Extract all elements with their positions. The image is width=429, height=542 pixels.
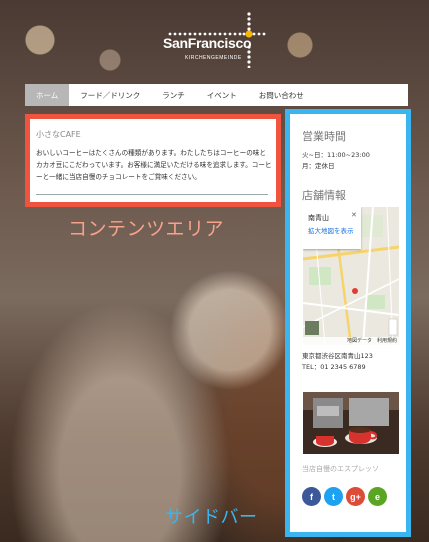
store-tel: TEL：01 2345 6789: [302, 363, 366, 371]
nav-item-contact[interactable]: お問い合わせ: [248, 84, 315, 106]
espresso-photo: [303, 392, 399, 454]
nav-label: ランチ: [162, 90, 185, 100]
nav-label: フード／ドリンク: [80, 90, 141, 100]
logo-subtitle: KIRCHENGEMEINDE: [185, 55, 242, 61]
map-place-name: 南青山: [308, 214, 329, 222]
logo-title: SanFrancisco: [163, 35, 252, 51]
hours-line-2: 月：定休日: [302, 162, 335, 170]
hours-heading: 営業時間: [302, 130, 346, 143]
photo-caption: 当店自慢のエスプレッソ: [302, 465, 379, 473]
nav-item-food-drink[interactable]: フード／ドリンク: [69, 84, 151, 106]
content-text: おいしいコーヒーはたくさんの種類があります。わたしたちはコーヒーの味とカカオ豆に…: [36, 149, 272, 181]
hours-line-1: 火~日：11:00~23:00: [302, 151, 370, 159]
map-info-card: 南青山 ✕ 拡大地図を表示: [303, 207, 361, 249]
content-title: 小さなCAFE: [36, 130, 81, 139]
nav-label: お問い合わせ: [258, 90, 304, 100]
content-area-label: コンテンツエリア: [68, 218, 225, 240]
social-share-buttons: f t g+ e: [302, 487, 387, 506]
google-plus-icon[interactable]: g+: [346, 487, 365, 506]
map-footer[interactable]: 地図データ 利用規約: [303, 337, 399, 345]
main-nav: ホーム フード／ドリンク ランチ イベント お問い合わせ: [25, 84, 408, 106]
store-address: 東京都渋谷区南青山123: [302, 352, 373, 360]
sidebar-label: サイドバー: [165, 507, 258, 528]
content-panel: 小さなCAFE おいしいコーヒーはたくさんの種類があります。わたしたちはコーヒー…: [30, 119, 276, 202]
view-larger-map-link[interactable]: 拡大地図を表示: [308, 226, 358, 236]
twitter-icon[interactable]: t: [324, 487, 343, 506]
google-map[interactable]: 南青山 ✕ 拡大地図を表示 地図データ 利用規約: [303, 207, 399, 345]
content-area: 小さなCAFE おいしいコーヒーはたくさんの種類があります。わたしたちはコーヒー…: [25, 114, 281, 207]
store-info-heading: 店舗情報: [302, 189, 346, 202]
nav-item-home[interactable]: ホーム: [25, 84, 70, 106]
nav-item-event[interactable]: イベント: [196, 84, 248, 106]
facebook-icon[interactable]: f: [302, 487, 321, 506]
content-divider: [36, 194, 268, 195]
nav-item-lunch[interactable]: ランチ: [151, 84, 196, 106]
nav-label: ホーム: [36, 90, 59, 100]
close-icon[interactable]: ✕: [351, 211, 357, 219]
evernote-icon[interactable]: e: [368, 487, 387, 506]
site-logo[interactable]: SanFrancisco KIRCHENGEMEINDE: [160, 12, 270, 68]
nav-label: イベント: [206, 90, 237, 100]
